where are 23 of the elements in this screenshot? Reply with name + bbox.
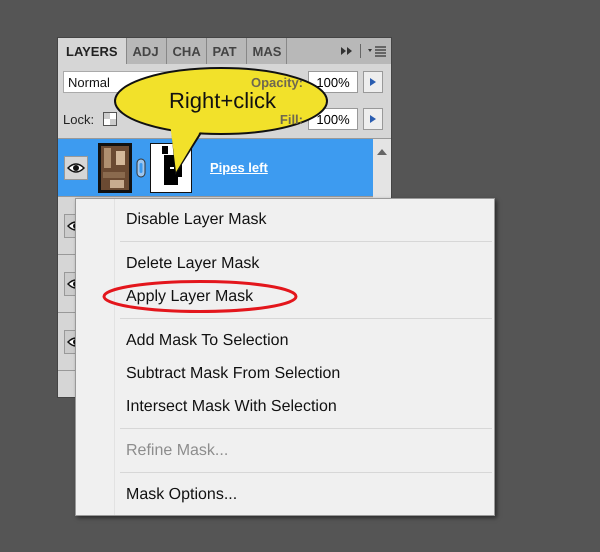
eye-icon [67, 162, 85, 174]
opacity-slider-button[interactable] [363, 71, 383, 93]
menu-item[interactable]: Mask Options... [102, 478, 492, 511]
panel-tab[interactable]: LAYERS [58, 38, 127, 64]
menu-item[interactable]: Subtract Mask From Selection [102, 357, 492, 390]
lock-transparency-icon[interactable] [103, 112, 118, 126]
fill-label: Fill: [280, 112, 303, 126]
scroll-up-icon[interactable] [377, 149, 387, 155]
fill-slider-button[interactable] [363, 108, 383, 130]
link-icon[interactable] [136, 158, 146, 178]
menu-item[interactable]: Intersect Mask With Selection [102, 390, 492, 423]
lock-label: Lock: [63, 112, 94, 126]
layer-thumbnail [98, 142, 132, 192]
menu-icon[interactable] [367, 45, 387, 57]
menu-item[interactable]: Apply Layer Mask [102, 280, 492, 313]
opacity-label: Opacity: [250, 74, 303, 90]
visibility-toggle[interactable] [64, 156, 88, 180]
right-arrow-icon [370, 78, 376, 86]
menu-item[interactable]: Disable Layer Mask [102, 203, 492, 236]
menu-item[interactable]: Delete Layer Mask [102, 247, 492, 280]
menu-item[interactable]: Add Mask To Selection [102, 324, 492, 357]
right-arrow-icon [370, 115, 376, 123]
expand-icon[interactable] [340, 46, 354, 56]
